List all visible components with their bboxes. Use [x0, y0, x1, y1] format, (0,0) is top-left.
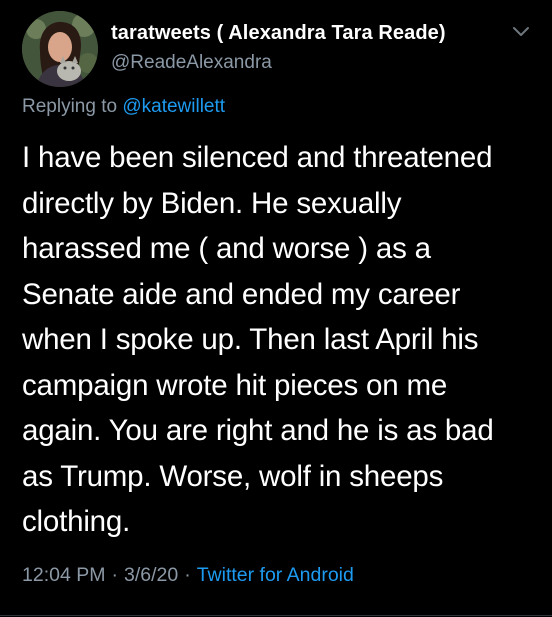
mention-link[interactable]: @katewillett	[122, 96, 225, 117]
tweet-text: I have been silenced and threatened dire…	[22, 141, 494, 538]
chevron-down-icon[interactable]	[512, 26, 530, 38]
avatar[interactable]	[22, 11, 98, 87]
user-handle[interactable]: @ReadeAlexandra	[111, 52, 272, 74]
replying-to-prefix: Replying to	[22, 96, 118, 117]
meta-separator: ·	[111, 564, 118, 586]
tweet-date[interactable]: 3/6/20	[124, 564, 178, 586]
meta-separator: ·	[184, 564, 191, 586]
tweet-meta: 12:04 PM · 3/6/20 · Twitter for Android	[22, 564, 354, 587]
tweet: taratweets ( Alexandra Tara Reade) @Read…	[0, 0, 552, 617]
avatar-image	[22, 11, 98, 87]
display-name[interactable]: taratweets ( Alexandra Tara Reade)	[111, 22, 446, 45]
replying-to: Replying to @katewillett	[22, 96, 225, 118]
divider	[0, 615, 552, 616]
tweet-time[interactable]: 12:04 PM	[22, 564, 105, 586]
tweet-source-link[interactable]: Twitter for Android	[197, 564, 354, 586]
